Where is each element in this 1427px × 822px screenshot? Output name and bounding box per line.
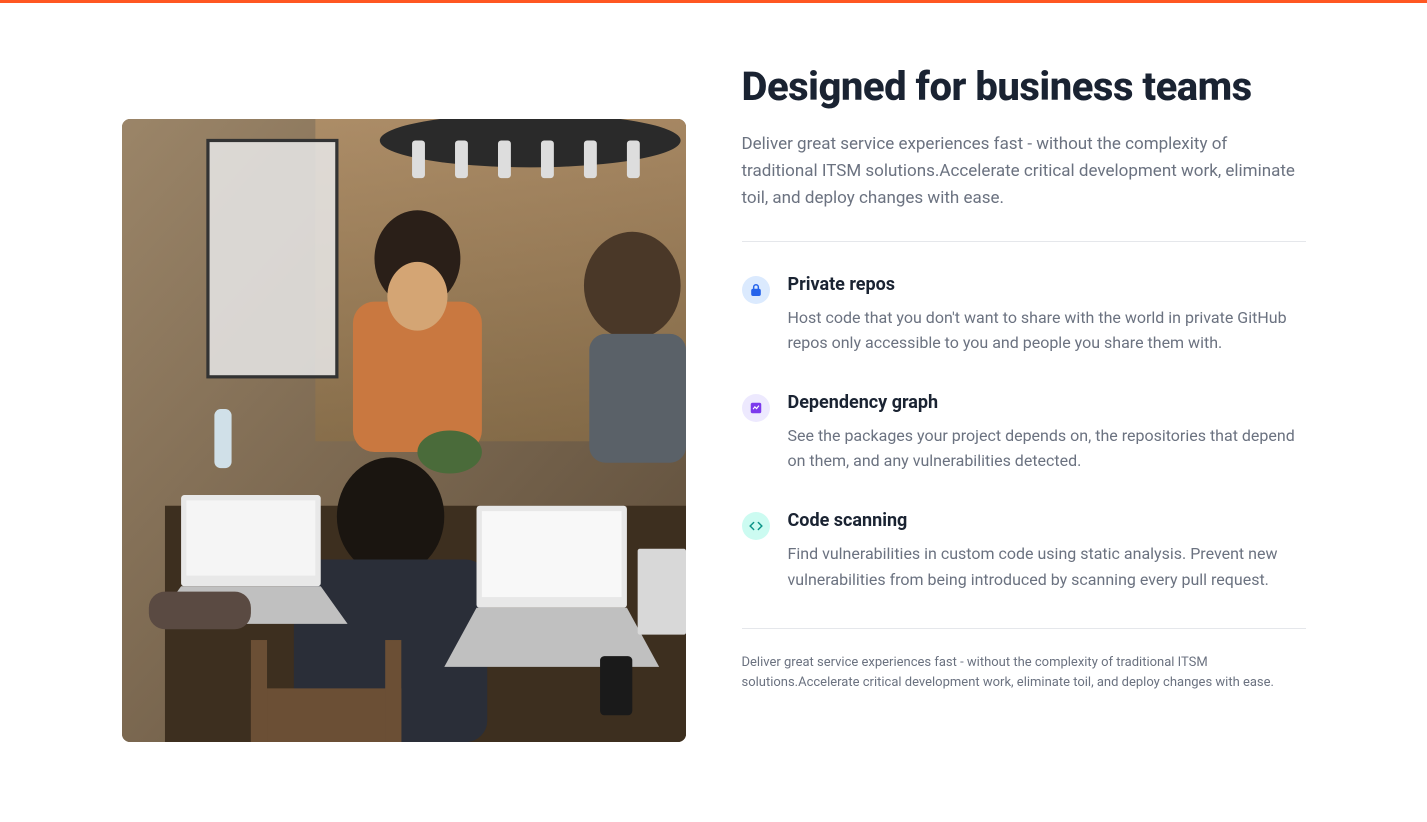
feature-section: Designed for business teams Deliver grea… — [74, 3, 1354, 802]
feature-item-code-scanning: Code scanning Find vulnerabilities in cu… — [742, 510, 1306, 592]
bottom-divider — [742, 628, 1306, 629]
image-column — [122, 63, 686, 742]
feature-content: Code scanning Find vulnerabilities in cu… — [788, 510, 1306, 592]
feature-image — [122, 119, 686, 742]
feature-item-dependency-graph: Dependency graph See the packages your p… — [742, 392, 1306, 474]
chart-icon — [742, 394, 770, 422]
content-column: Designed for business teams Deliver grea… — [742, 63, 1306, 692]
feature-description: Host code that you don't want to share w… — [788, 305, 1306, 356]
feature-item-private-repos: Private repos Host code that you don't w… — [742, 274, 1306, 356]
feature-description: See the packages your project depends on… — [788, 423, 1306, 474]
feature-title: Private repos — [788, 274, 1306, 295]
code-icon — [742, 512, 770, 540]
feature-title: Code scanning — [788, 510, 1306, 531]
divider — [742, 241, 1306, 242]
section-heading: Designed for business teams — [742, 63, 1306, 111]
footer-text: Deliver great service experiences fast -… — [742, 653, 1306, 692]
feature-title: Dependency graph — [788, 392, 1306, 413]
feature-content: Private repos Host code that you don't w… — [788, 274, 1306, 356]
section-subheading: Deliver great service experiences fast -… — [742, 131, 1306, 213]
lock-icon — [742, 276, 770, 304]
feature-description: Find vulnerabilities in custom code usin… — [788, 541, 1306, 592]
feature-content: Dependency graph See the packages your p… — [788, 392, 1306, 474]
